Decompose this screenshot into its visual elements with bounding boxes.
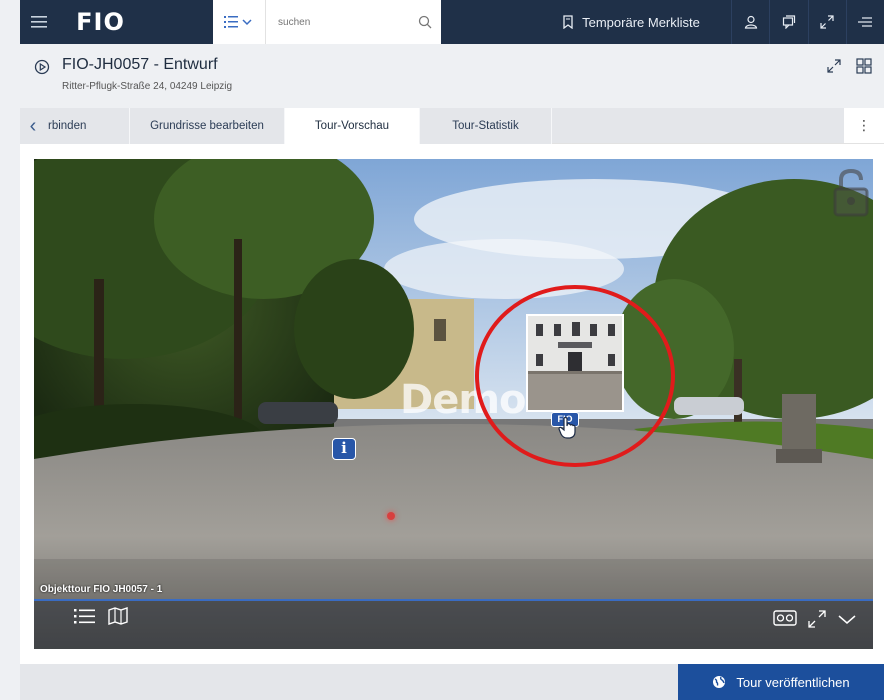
chevron-down-icon[interactable]	[837, 609, 857, 634]
tab-tour-statistik[interactable]: Tour-Statistik	[420, 108, 552, 144]
tour-progress-bar[interactable]	[34, 599, 873, 601]
tour-preview-panel: Demo i FIO	[20, 144, 884, 664]
fullscreen-icon[interactable]	[826, 58, 842, 79]
play-circle-icon[interactable]	[34, 59, 50, 80]
object-address: Ritter-Pflugk-Straße 24, 04249 Leipzig	[62, 81, 233, 92]
tab-scroll-left-icon[interactable]: ‹	[20, 108, 46, 144]
tab-tour-vorschau[interactable]: Tour-Vorschau	[285, 108, 420, 144]
panorama-viewer[interactable]: Demo i FIO	[34, 159, 873, 649]
expand-icon[interactable]	[807, 0, 846, 44]
highlight-circle	[475, 285, 675, 467]
lock-icon[interactable]	[831, 167, 871, 222]
vr-glasses-icon[interactable]	[773, 609, 797, 634]
object-header: FIO-JH0057 - Entwurf Ritter-Pflugk-Straß…	[20, 44, 884, 102]
viewer-fullscreen-icon[interactable]	[807, 609, 827, 634]
footer-bar: Tour veröffentlichen	[20, 664, 884, 700]
tab-bar-spacer	[552, 108, 844, 143]
page-title: FIO-JH0057 - Entwurf	[62, 56, 218, 73]
tab-verbinden[interactable]: rbinden	[46, 108, 130, 144]
search-input[interactable]	[266, 0, 411, 44]
tab-grundrisse-bearbeiten[interactable]: Grundrisse bearbeiten	[130, 108, 285, 144]
map-icon[interactable]	[108, 607, 128, 630]
tour-name-label: Objekttour FIO JH0057 - 1	[40, 584, 163, 595]
chat-icon[interactable]	[769, 0, 807, 44]
search-icon[interactable]	[410, 15, 441, 29]
temp-merkliste-button[interactable]: Temporäre Merkliste	[531, 0, 731, 44]
globe-icon	[713, 676, 726, 688]
publish-tour-button[interactable]: Tour veröffentlichen	[678, 664, 884, 700]
publish-tour-label: Tour veröffentlichen	[736, 674, 850, 690]
search-box	[212, 0, 441, 44]
tab-bar: ‹ rbinden Grundrisse bearbeiten Tour-Vor…	[20, 108, 884, 144]
top-navigation-bar: FIO Temporäre Merkliste	[20, 0, 884, 44]
tour-control-bar	[34, 599, 873, 649]
app-logo[interactable]: FIO	[58, 0, 145, 44]
bookmark-icon	[563, 15, 573, 29]
navigation-target-marker[interactable]	[387, 512, 395, 520]
user-icon[interactable]	[731, 0, 769, 44]
info-hotspot[interactable]: i	[332, 438, 356, 460]
grid-view-icon[interactable]	[856, 58, 872, 79]
merkliste-label: Temporäre Merkliste	[582, 14, 700, 30]
search-category-dropdown[interactable]	[213, 0, 267, 44]
scene-list-icon[interactable]	[74, 607, 96, 630]
list-icon	[223, 16, 252, 28]
collapse-menu-icon[interactable]	[845, 0, 884, 44]
more-options-icon[interactable]: ⋮	[844, 108, 884, 143]
hamburger-icon[interactable]	[20, 0, 58, 44]
